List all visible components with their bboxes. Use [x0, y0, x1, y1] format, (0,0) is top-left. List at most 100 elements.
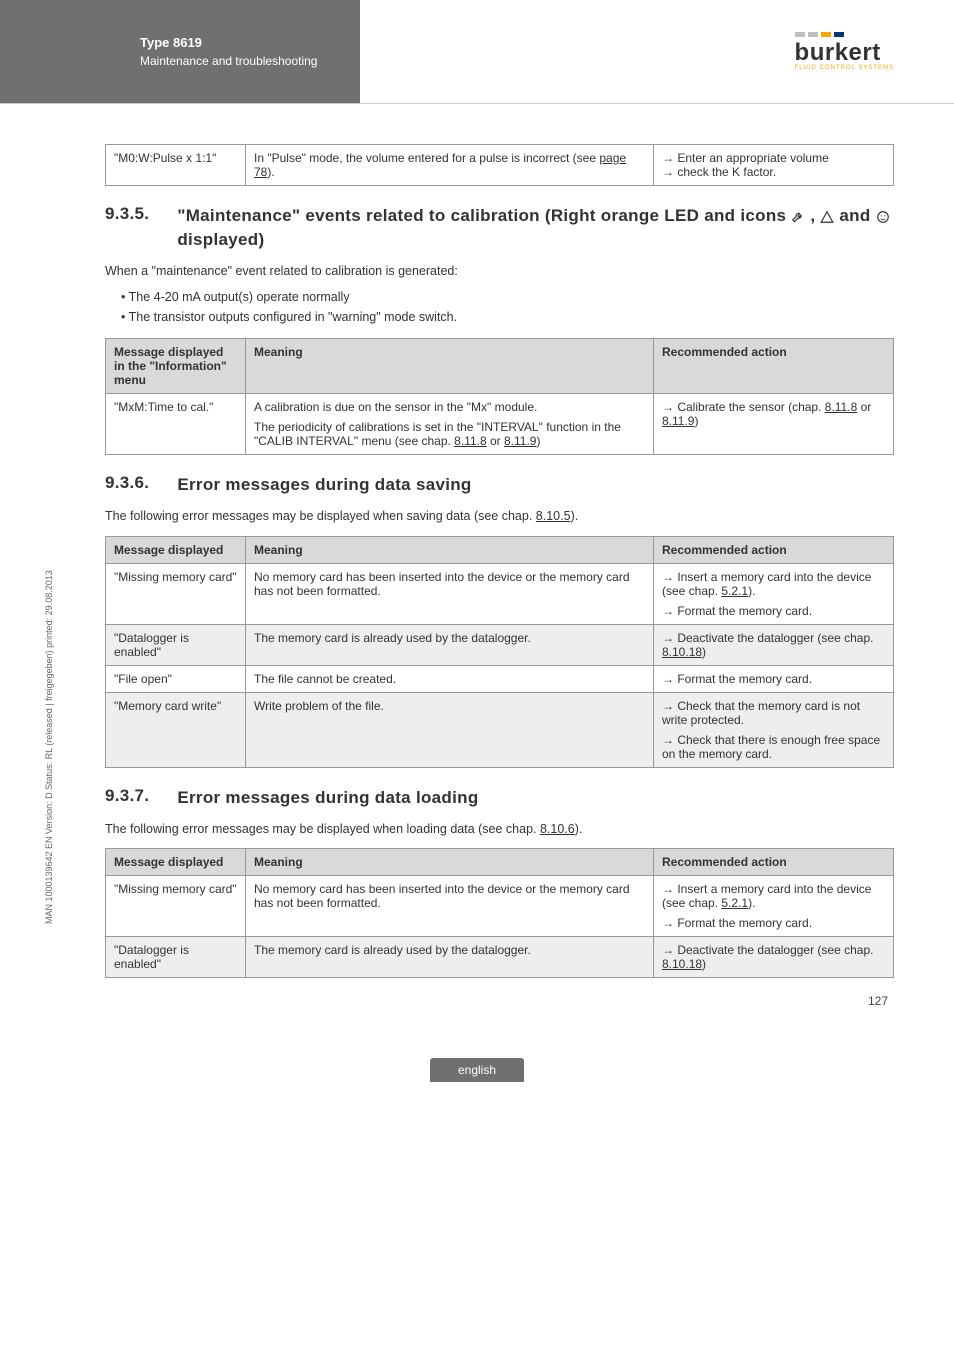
footer: english: [0, 1058, 954, 1082]
header-left: Type 8619 Maintenance and troubleshootin…: [0, 0, 360, 103]
table-top-fragment: "M0:W:Pulse x 1:1" In "Pulse" mode, the …: [105, 144, 894, 186]
brand-logo: burkert FLUID CONTROL SYSTEMS: [795, 32, 894, 71]
action-item: Format the memory card.: [662, 604, 885, 618]
section-number: 9.3.6.: [105, 473, 149, 497]
list-item: The 4-20 mA output(s) operate normally: [121, 290, 894, 304]
cell: No memory card has been inserted into th…: [246, 563, 654, 624]
cell: The memory card is already used by the d…: [246, 937, 654, 978]
text: The following error messages may be disp…: [105, 822, 540, 836]
text: Check that there is enough free space on…: [662, 733, 880, 761]
text: Check that the memory card is not write …: [662, 699, 860, 727]
cell: Deactivate the datalogger (see chap. 8.1…: [654, 937, 894, 978]
cell: "Missing memory card": [106, 876, 246, 937]
action-item: Insert a memory card into the device (se…: [662, 882, 885, 910]
page-content: MAN 1000139642 EN Version: D Status: RL …: [0, 104, 954, 1028]
text: Format the memory card.: [677, 604, 812, 618]
text: The following error messages may be disp…: [105, 509, 536, 523]
action-item: Deactivate the datalogger (see chap. 8.1…: [662, 943, 885, 971]
text: or: [857, 400, 871, 414]
text: Deactivate the datalogger (see chap.: [677, 943, 873, 957]
cell: Insert a memory card into the device (se…: [654, 876, 894, 937]
side-meta-text: MAN 1000139642 EN Version: D Status: RL …: [44, 570, 54, 924]
text: or: [487, 434, 504, 448]
footer-language-tab: english: [430, 1058, 524, 1082]
face-icon: [876, 210, 890, 224]
text: ): [702, 957, 706, 971]
link-ref: 5.2.1: [721, 896, 748, 910]
action-item: check the K factor.: [662, 165, 885, 179]
text: Deactivate the datalogger (see chap.: [677, 631, 873, 645]
header-right: burkert FLUID CONTROL SYSTEMS: [360, 0, 954, 103]
link-ref: 8.11.9: [504, 434, 536, 448]
text: ): [536, 434, 540, 448]
text: check the K factor.: [677, 165, 776, 179]
link-ref: 5.2.1: [721, 584, 748, 598]
section-heading-937: 9.3.7. Error messages during data loadin…: [105, 786, 894, 810]
action-item: Format the memory card.: [662, 916, 885, 930]
logo-text: burkert: [795, 39, 881, 67]
doc-type: Type 8619: [140, 35, 360, 50]
paragraph: When a "maintenance" event related to ca…: [105, 262, 894, 281]
text: ): [702, 645, 706, 659]
text: ,: [810, 206, 820, 225]
col-header: Recommended action: [654, 536, 894, 563]
cell: "MxM:Time to cal.": [106, 394, 246, 455]
col-header: Message displayed in the "Information" m…: [106, 339, 246, 394]
logo-bars-icon: [795, 32, 844, 37]
action-item: Deactivate the datalogger (see chap. 8.1…: [662, 631, 885, 659]
action-item: Check that the memory card is not write …: [662, 699, 885, 727]
paragraph: The following error messages may be disp…: [105, 820, 894, 839]
link-ref: 8.10.18: [662, 957, 702, 971]
section-title: Error messages during data saving: [177, 473, 894, 497]
cell: No memory card has been inserted into th…: [246, 876, 654, 937]
action-item: Check that there is enough free space on…: [662, 733, 885, 761]
text: In "Pulse" mode, the volume entered for …: [254, 151, 599, 165]
section-number: 9.3.5.: [105, 204, 149, 252]
bullet-list: The 4-20 mA output(s) operate normally T…: [105, 290, 894, 324]
section-title: Error messages during data loading: [177, 786, 894, 810]
logo-tagline: FLUID CONTROL SYSTEMS: [795, 65, 894, 71]
cell: Insert a memory card into the device (se…: [654, 563, 894, 624]
text: Enter an appropriate volume: [677, 151, 828, 165]
action-item: Format the memory card.: [662, 672, 885, 686]
cell: Check that the memory card is not write …: [654, 692, 894, 767]
text: displayed): [177, 230, 264, 249]
table-937: Message displayed Meaning Recommended ac…: [105, 848, 894, 978]
text: Format the memory card.: [677, 916, 812, 930]
link-ref: 8.11.8: [825, 400, 857, 414]
cell: "File open": [106, 665, 246, 692]
cell: A calibration is due on the sensor in th…: [246, 394, 654, 455]
cell: The file cannot be created.: [246, 665, 654, 692]
col-header: Meaning: [246, 849, 654, 876]
cell: "Missing memory card": [106, 563, 246, 624]
section-heading-935: 9.3.5. "Maintenance" events related to c…: [105, 204, 894, 252]
text: ).: [748, 896, 755, 910]
text: ): [694, 414, 698, 428]
col-header: Message displayed: [106, 849, 246, 876]
cell: "Datalogger is enabled": [106, 624, 246, 665]
text: and: [839, 206, 875, 225]
cell: Write problem of the file.: [246, 692, 654, 767]
header-bar: Type 8619 Maintenance and troubleshootin…: [0, 0, 954, 104]
list-item: The transistor outputs configured in "wa…: [121, 310, 894, 324]
text: Insert a memory card into the device (se…: [662, 570, 871, 598]
text: ).: [575, 822, 583, 836]
section-heading-936: 9.3.6. Error messages during data saving: [105, 473, 894, 497]
action-item: Enter an appropriate volume: [662, 151, 885, 165]
col-header: Message displayed: [106, 536, 246, 563]
link-ref: 8.10.5: [536, 509, 571, 523]
table-936: Message displayed Meaning Recommended ac…: [105, 536, 894, 768]
text: ).: [571, 509, 579, 523]
cell: "Datalogger is enabled": [106, 937, 246, 978]
action-item: Calibrate the sensor (chap. 8.11.8 or 8.…: [662, 400, 885, 428]
wrench-icon: [791, 210, 805, 224]
page-number: 127: [105, 994, 894, 1008]
doc-subtitle: Maintenance and troubleshooting: [140, 54, 360, 68]
section-number: 9.3.7.: [105, 786, 149, 810]
text: The periodicity of calibrations is set i…: [254, 420, 621, 448]
text: Insert a memory card into the device (se…: [662, 882, 871, 910]
link-ref: 8.10.18: [662, 645, 702, 659]
link-ref: 8.11.9: [662, 414, 694, 428]
col-header: Recommended action: [654, 339, 894, 394]
text: A calibration is due on the sensor in th…: [254, 400, 645, 414]
